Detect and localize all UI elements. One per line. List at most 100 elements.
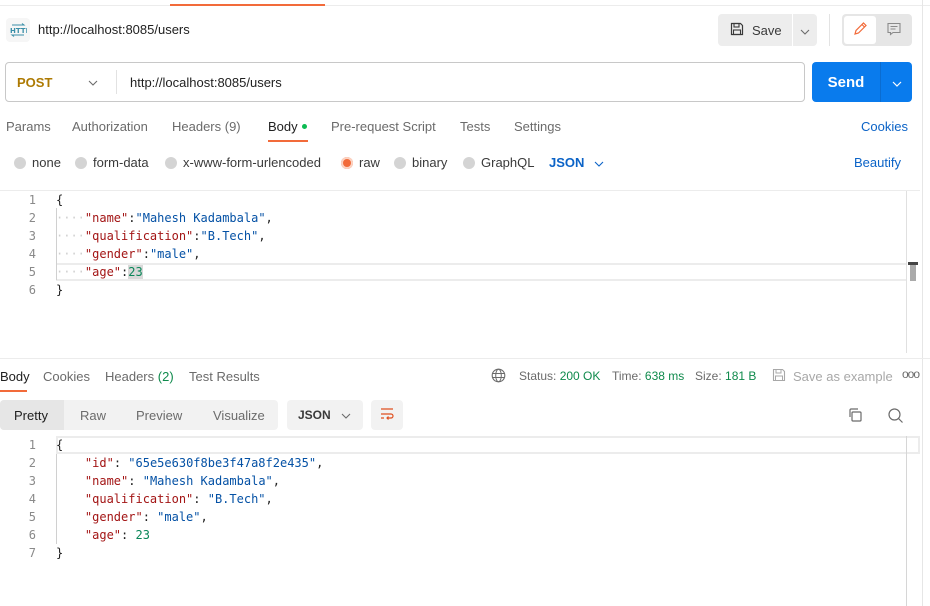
send-button[interactable]: Send (812, 62, 880, 102)
pencil-icon (852, 21, 868, 40)
globe-icon[interactable] (491, 368, 506, 386)
send-options-button[interactable] (880, 62, 912, 102)
active-line-highlight (56, 263, 906, 281)
code-line: 3 "name": "Mahesh Kadambala", (0, 472, 280, 490)
radio-button[interactable] (75, 156, 87, 169)
tab-label: Headers (105, 369, 155, 384)
body-type-urlencoded[interactable]: x-www-form-urlencoded (165, 155, 321, 170)
line-number: 1 (28, 438, 36, 452)
tab-pre-request-script[interactable]: Pre-request Script (331, 119, 436, 134)
status-readout[interactable]: Status: 200 OK (519, 369, 600, 383)
body-type-binary[interactable]: binary (394, 155, 447, 170)
body-type-graphql[interactable]: GraphQL (463, 155, 534, 170)
tab-headers[interactable]: Headers (9) (172, 119, 241, 134)
save-label: Save (752, 22, 782, 38)
code-line: 4 "qualification": "B.Tech", (0, 490, 273, 508)
raw-format-select[interactable]: JSON (549, 155, 584, 170)
status-value: 200 OK (559, 369, 601, 383)
code-line: 1{ (0, 191, 63, 209)
code-line: 2 ····"name":"Mahesh Kadambala", (0, 209, 273, 227)
code-line: 7} (0, 544, 63, 562)
response-divider[interactable] (0, 358, 930, 359)
wrap-icon (379, 407, 395, 424)
view-raw[interactable]: Raw (80, 408, 106, 423)
view-pretty[interactable]: Pretty (14, 408, 48, 423)
svg-text:HTTP: HTTP (10, 27, 27, 35)
tab-body[interactable]: Body (268, 119, 307, 134)
active-tab-underline (268, 140, 308, 142)
line-number: 3 (28, 474, 36, 488)
size-readout[interactable]: Size: 181 B (695, 369, 756, 383)
save-button[interactable]: Save (718, 14, 792, 46)
code-line: 6 "age": 23 (0, 526, 150, 544)
radio-button-selected[interactable] (341, 156, 353, 169)
edit-mode-button[interactable] (844, 16, 876, 44)
status-label: Status: (519, 369, 557, 383)
radio-button[interactable] (463, 156, 475, 169)
headers-count: (2) (157, 369, 174, 384)
response-tab-headers[interactable]: Headers (2) (105, 369, 174, 384)
radio-label: binary (412, 155, 448, 170)
radio-label: GraphQL (481, 155, 535, 170)
right-panel-border (922, 0, 923, 606)
line-number: 6 (28, 283, 36, 297)
wrap-lines-button[interactable] (371, 400, 403, 430)
code-text: } (56, 546, 64, 560)
save-as-example-button[interactable]: Save as example (772, 368, 893, 385)
cookies-link[interactable]: Cookies (861, 119, 908, 134)
code-line: 6} (0, 281, 63, 299)
code-text: "gender": "male", (84, 510, 208, 524)
response-tab-body[interactable]: Body (0, 369, 30, 384)
line-number: 2 (28, 456, 36, 470)
toolbar-divider (829, 14, 830, 46)
more-options-icon[interactable]: ooo (902, 367, 920, 381)
code-line: 5 ····"age":23 (0, 263, 143, 281)
tab-tests[interactable]: Tests (460, 119, 490, 134)
code-line: 1{ (0, 436, 63, 454)
code-line: 4 ····"gender":"male", (0, 245, 201, 263)
copy-icon[interactable] (847, 407, 863, 426)
code-text: ····"age":23 (56, 265, 143, 279)
tab-body-label: Body (268, 119, 298, 134)
save-options-button[interactable] (793, 14, 817, 46)
chevron-down-icon[interactable] (594, 155, 604, 170)
time-readout[interactable]: Time: 638 ms (612, 369, 684, 383)
body-type-none[interactable]: none (14, 155, 61, 170)
url-input[interactable]: http://localhost:8085/users (130, 75, 282, 90)
radio-button[interactable] (165, 156, 177, 169)
chevron-down-icon (800, 23, 810, 38)
view-preview[interactable]: Preview (136, 408, 182, 423)
code-text: { (56, 438, 64, 452)
beautify-button[interactable]: Beautify (854, 155, 901, 170)
method-select[interactable]: POST (17, 75, 52, 90)
body-type-form-data[interactable]: form-data (75, 155, 149, 170)
save-icon (772, 368, 786, 385)
line-number: 2 (28, 211, 36, 225)
comments-button[interactable] (878, 16, 910, 44)
line-number: 6 (28, 528, 36, 542)
response-tab-test-results[interactable]: Test Results (189, 369, 260, 384)
tab-authorization[interactable]: Authorization (72, 119, 148, 134)
radio-label: form-data (93, 155, 149, 170)
response-tab-cookies[interactable]: Cookies (43, 369, 90, 384)
code-text: ····"name":"Mahesh Kadambala", (56, 211, 273, 225)
response-scrollbar[interactable] (906, 436, 907, 606)
code-text: "id": "65e5e630f8be3f47a8f2e435", (84, 456, 324, 470)
tab-params[interactable]: Params (6, 119, 51, 134)
line-number: 5 (28, 265, 36, 279)
http-icon: HTTP (6, 18, 30, 42)
tab-settings[interactable]: Settings (514, 119, 561, 134)
search-icon[interactable] (887, 407, 904, 427)
editor-scrollbar[interactable] (906, 191, 907, 353)
chevron-down-icon (892, 75, 902, 90)
chevron-down-icon[interactable] (88, 74, 98, 89)
scrollbar-thumb[interactable] (910, 265, 916, 281)
line-number: 4 (28, 247, 36, 261)
radio-button[interactable] (14, 156, 26, 169)
code-line: 5 "gender": "male", (0, 508, 208, 526)
size-label: Size: (695, 369, 722, 383)
body-type-raw[interactable]: raw (341, 155, 380, 170)
radio-button[interactable] (394, 156, 406, 169)
response-format-select[interactable]: JSON (287, 400, 363, 430)
view-visualize[interactable]: Visualize (213, 408, 265, 423)
